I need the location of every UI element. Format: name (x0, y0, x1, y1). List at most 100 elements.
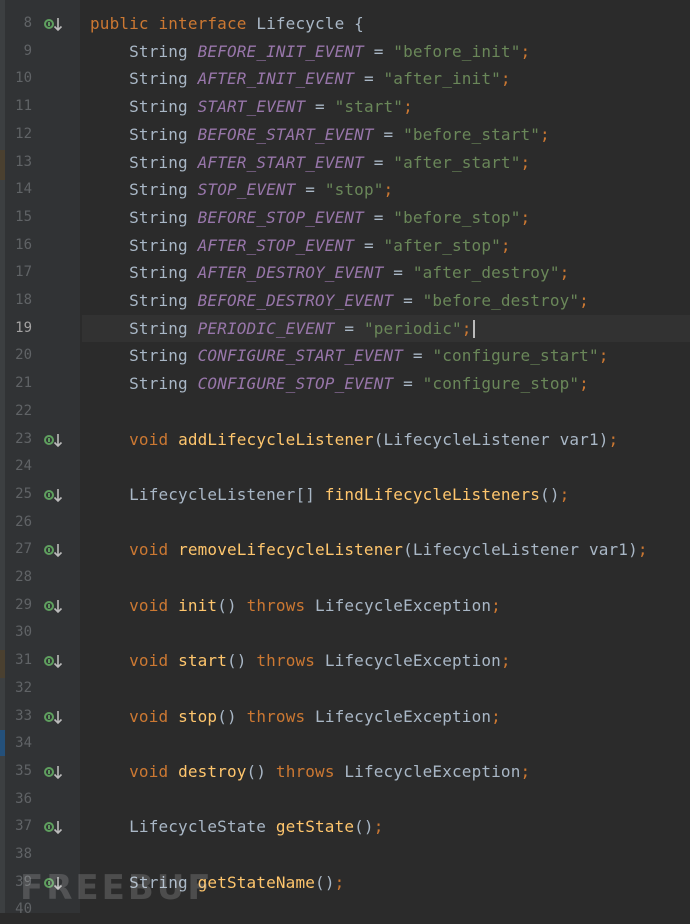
implementation-down-arrow-icon[interactable] (44, 765, 64, 781)
line-highlight (82, 786, 690, 814)
code-token: = (305, 97, 335, 117)
code-token: AFTER_START_EVENT (197, 152, 364, 172)
code-token: = (363, 207, 394, 227)
code-text: String STOP_EVENT = "stop"; (90, 176, 393, 204)
code-line[interactable]: 17 String AFTER_DESTROY_EVENT = "after_d… (0, 259, 690, 287)
line-number: 16 (15, 236, 32, 253)
code-token: BEFORE_DESTROY_EVENT (197, 291, 394, 310)
code-token: BEFORE_START_EVENT (197, 124, 374, 144)
code-line[interactable]: 38 (0, 841, 690, 869)
code-line[interactable]: 24 (0, 453, 690, 481)
code-line[interactable]: 18 String BEFORE_DESTROY_EVENT = "before… (0, 287, 690, 315)
code-line[interactable]: 21 String CONFIGURE_STOP_EVENT = "config… (0, 370, 690, 398)
code-line[interactable]: 22 (0, 398, 690, 426)
code-line[interactable]: 12 String BEFORE_START_EVENT = "before_s… (0, 121, 690, 149)
code-token: String (90, 97, 198, 117)
implementation-down-arrow-icon[interactable] (44, 710, 64, 726)
code-token: ; (491, 595, 501, 615)
code-line[interactable]: 31 void start() throws LifecycleExceptio… (0, 647, 690, 675)
code-line[interactable]: 25 LifecycleListener[] findLifecycleList… (0, 481, 690, 509)
code-line[interactable]: 28 (0, 564, 690, 592)
code-token: String (90, 263, 198, 283)
code-line[interactable]: 33 void stop() throws LifecycleException… (0, 703, 690, 731)
code-line[interactable]: 26 (0, 509, 690, 537)
code-line[interactable]: 13 String AFTER_START_EVENT = "after_sta… (0, 149, 690, 177)
code-token: ; (637, 540, 648, 560)
code-line[interactable]: 27 void removeLifecycleListener(Lifecycl… (0, 536, 690, 564)
code-token: String (90, 152, 198, 172)
code-token: String (90, 318, 198, 338)
line-number: 27 (15, 541, 32, 558)
code-text: String START_EVENT = "start"; (90, 93, 413, 121)
code-line[interactable]: 19 String PERIODIC_EVENT = "periodic"; (0, 314, 690, 343)
code-token: throws (256, 651, 325, 671)
line-number: 32 (15, 679, 32, 696)
code-token: ; (598, 346, 609, 366)
code-line[interactable]: 10 String AFTER_INIT_EVENT = "after_init… (0, 65, 690, 93)
code-token: = (354, 235, 384, 255)
code-line[interactable]: 34 (0, 730, 690, 758)
code-token: "before_stop" (393, 207, 521, 227)
line-number: 9 (23, 42, 32, 59)
code-token: ; (559, 263, 570, 283)
implementation-down-arrow-icon[interactable] (44, 433, 64, 449)
code-line[interactable]: 11 String START_EVENT = "start"; (0, 93, 690, 121)
code-token: "start" (334, 97, 404, 117)
code-text: void addLifecycleListener(LifecycleListe… (90, 426, 618, 454)
code-token: String (90, 124, 198, 144)
code-token: () (540, 484, 560, 504)
code-line[interactable]: 9 String BEFORE_INIT_EVENT = "before_ini… (0, 38, 690, 66)
line-highlight (82, 619, 690, 647)
line-number: 11 (15, 98, 32, 115)
code-token: = (363, 41, 394, 61)
code-token: = (373, 124, 404, 144)
code-token: ; (500, 69, 511, 89)
line-number: 30 (15, 624, 32, 641)
line-number: 26 (15, 513, 32, 530)
code-token: (LifecycleListener var1) (373, 429, 609, 449)
code-token: STOP_EVENT (197, 180, 296, 200)
code-line[interactable]: 16 String AFTER_STOP_EVENT = "after_stop… (0, 232, 690, 260)
code-token: ; (500, 651, 511, 671)
code-line[interactable]: 30 (0, 619, 690, 647)
line-highlight (82, 730, 690, 758)
code-token: ; (491, 706, 501, 726)
code-token: ; (520, 207, 531, 227)
code-line[interactable]: 37 LifecycleState getState(); (0, 813, 690, 841)
line-number: 24 (15, 458, 32, 475)
implementation-down-arrow-icon[interactable] (44, 17, 64, 33)
code-line[interactable]: 20 String CONFIGURE_START_EVENT = "confi… (0, 342, 690, 370)
code-token: void (129, 706, 179, 726)
code-token: AFTER_STOP_EVENT (197, 235, 355, 255)
code-line[interactable]: 35 void destroy() throws LifecycleExcept… (0, 758, 690, 786)
code-token: "before_destroy" (422, 291, 580, 310)
implementation-down-arrow-icon[interactable] (44, 820, 64, 836)
implementation-down-arrow-icon[interactable] (44, 543, 64, 559)
code-text: String AFTER_START_EVENT = "after_start"… (90, 149, 530, 177)
code-token: PERIODIC_EVENT (197, 318, 335, 338)
line-number: 12 (15, 125, 32, 142)
implementation-down-arrow-icon[interactable] (44, 654, 64, 670)
code-line[interactable]: 14 String STOP_EVENT = "stop"; (0, 176, 690, 204)
code-line[interactable]: 8 public interface Lifecycle { (0, 10, 690, 38)
code-line[interactable]: 29 void init() throws LifecycleException… (0, 592, 690, 620)
code-line[interactable]: 23 void addLifecycleListener(LifecycleLi… (0, 426, 690, 454)
code-token: LifecycleState (90, 817, 276, 837)
code-token: BEFORE_INIT_EVENT (197, 41, 364, 61)
code-line[interactable]: 32 (0, 675, 690, 703)
implementation-down-arrow-icon[interactable] (44, 488, 64, 504)
code-token: "after_start" (393, 152, 521, 172)
code-line[interactable]: 15 String BEFORE_STOP_EVENT = "before_st… (0, 204, 690, 232)
code-token: String (90, 346, 198, 366)
code-token: String (90, 291, 198, 310)
code-token: String (90, 207, 198, 227)
line-number: 35 (15, 762, 32, 779)
line-number: 36 (15, 790, 32, 807)
code-token: = (334, 318, 364, 338)
implementation-down-arrow-icon[interactable] (44, 599, 64, 615)
code-token: = (363, 152, 394, 172)
code-line[interactable]: 36 (0, 786, 690, 814)
